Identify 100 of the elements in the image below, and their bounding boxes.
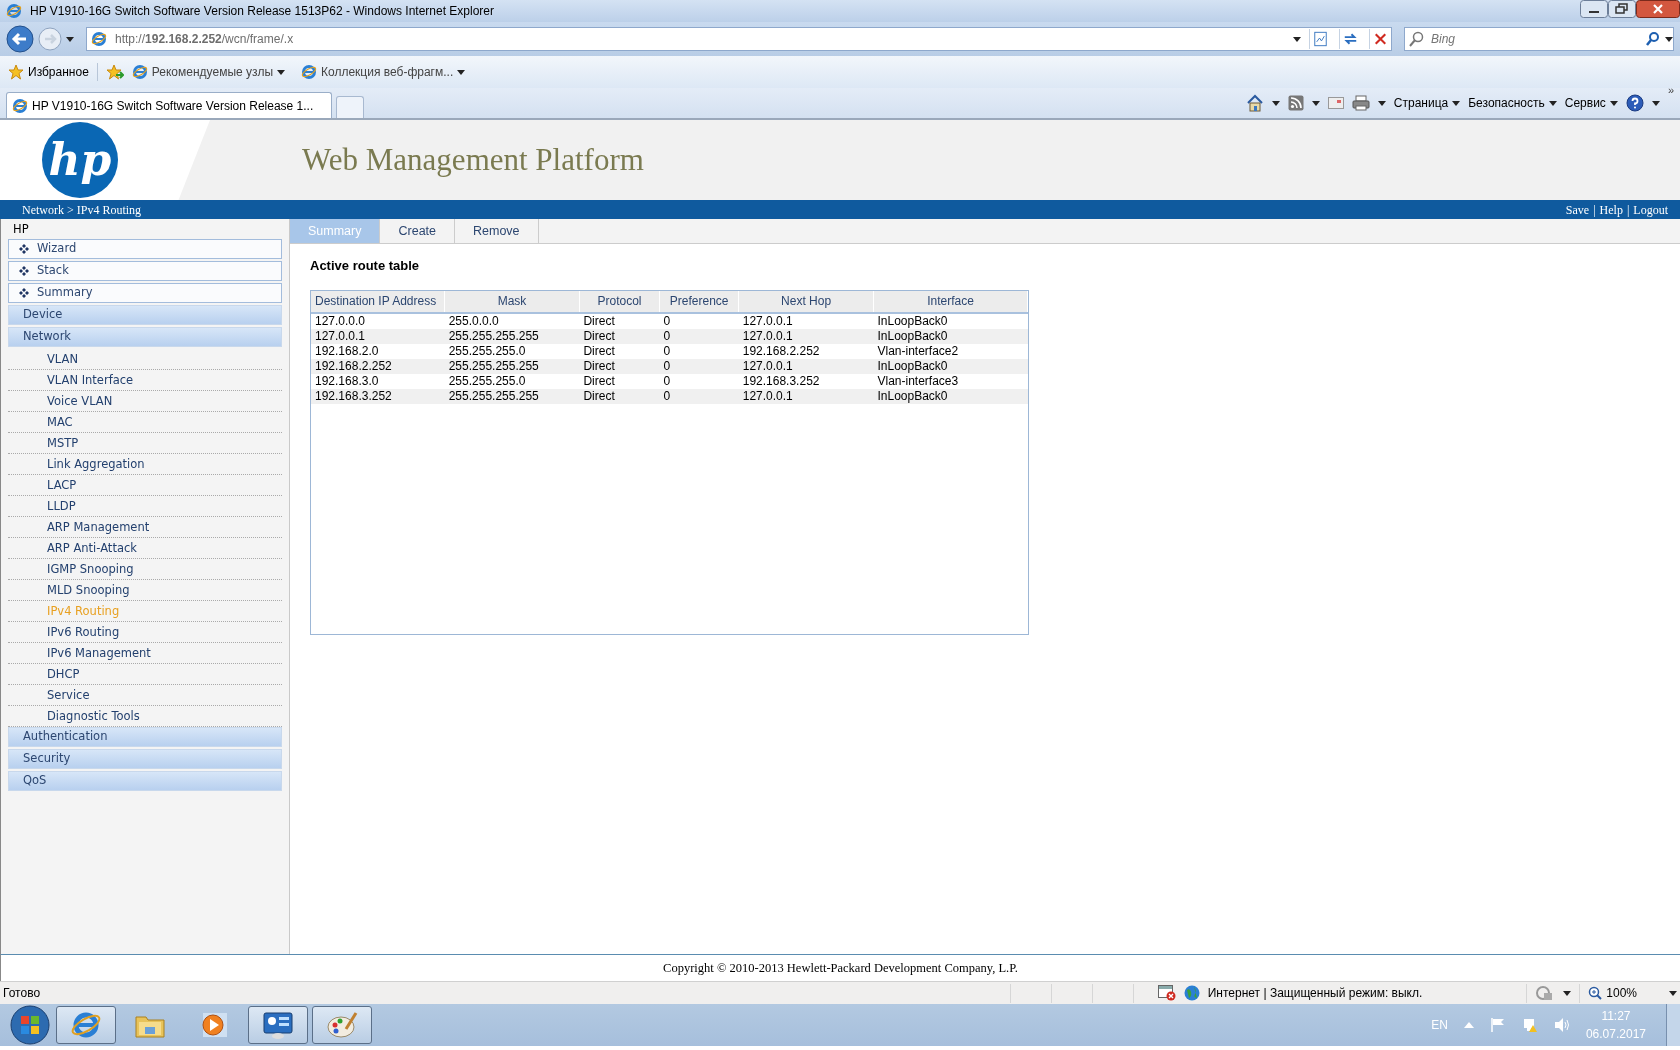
menu-item[interactable]: ARP Anti-Attack (8, 538, 282, 559)
back-button[interactable] (6, 25, 34, 53)
start-button[interactable] (8, 1005, 52, 1045)
menu-item[interactable]: IGMP Snooping (8, 559, 282, 580)
table-cell: 127.0.0.1 (738, 358, 874, 374)
search-field[interactable]: Bing (1429, 29, 1641, 49)
caret-icon[interactable] (1651, 100, 1660, 106)
table-cell: Vlan-interface3 (873, 373, 1028, 389)
globe-icon (1183, 985, 1200, 1001)
status-text: Готово (3, 985, 42, 1002)
menu-item[interactable]: VLAN Interface (8, 370, 282, 391)
zoom-button[interactable]: 100% (1588, 984, 1637, 1002)
caret-icon[interactable] (1377, 100, 1386, 106)
zoom-icon (1588, 986, 1603, 1000)
caret-icon[interactable] (1669, 990, 1677, 996)
menu-item[interactable]: IPv6 Management (8, 643, 282, 664)
table-cell: Vlan-interface2 (873, 343, 1028, 359)
page-icon (131, 64, 148, 80)
menu-group[interactable]: Device (8, 305, 282, 325)
section-heading: Active route table (310, 257, 421, 275)
print-icon[interactable] (1351, 95, 1370, 111)
menu-item[interactable]: MLD Snooping (8, 580, 282, 601)
table-cell: 192.168.3.252 (311, 388, 445, 404)
ie-icon (12, 97, 28, 114)
table-cell: 0 (659, 358, 739, 374)
search-box[interactable]: Bing (1404, 27, 1674, 51)
page-title: Web Management Platform (302, 140, 644, 179)
overflow-chevron[interactable]: » (1667, 82, 1674, 99)
ie-icon (6, 3, 22, 19)
table-cell: 0 (659, 343, 739, 359)
menu-group[interactable]: Network (8, 327, 282, 347)
taskbar-button[interactable] (56, 1006, 116, 1044)
menu-item[interactable]: DHCP (8, 664, 282, 685)
caret-icon[interactable] (1271, 100, 1280, 106)
tree-root: HP (12, 221, 30, 238)
browser-tab[interactable]: HP V1910-16G Switch Software Version Release 1... (6, 92, 332, 118)
table-cell: Direct (579, 373, 660, 389)
caret-icon[interactable] (1293, 36, 1301, 42)
window-title: HP V1910-16G Switch Software Version Release 1513P62 - Windows Internet Explorer (30, 3, 496, 20)
link-separator: | (1593, 201, 1596, 219)
menu-item[interactable]: MSTP (8, 433, 282, 454)
menu-item[interactable]: Service (8, 685, 282, 706)
column-header: Next Hop (738, 290, 874, 313)
table-cell: 255.255.255.255 (444, 328, 580, 344)
search-icon (1409, 31, 1425, 47)
table-cell: 255.255.255.0 (444, 343, 580, 359)
favorites-link[interactable]: Коллекция веб-фрагм... (321, 63, 454, 81)
address-field[interactable]: http://192.168.2.252/wcn/frame/.x (86, 27, 1392, 51)
caret-icon[interactable] (1311, 100, 1320, 106)
close-button[interactable] (1636, 0, 1680, 18)
favorites-link[interactable]: Рекомендуемые узлы (151, 63, 273, 81)
table-cell: Direct (579, 388, 660, 404)
tab[interactable]: Create (380, 219, 455, 243)
caret-icon[interactable] (277, 69, 285, 75)
add-favorite-icon[interactable] (105, 64, 124, 80)
minimize-button[interactable] (1580, 0, 1608, 18)
menu-button[interactable]: Страница (1393, 94, 1461, 112)
column-header: Destination IP Address (311, 290, 445, 313)
favorites-button[interactable]: Избранное (8, 63, 98, 81)
search-go-icon[interactable] (1645, 31, 1661, 47)
menu-item[interactable]: ARP Management (8, 517, 282, 538)
header-link[interactable]: Logout (1633, 200, 1668, 219)
help-icon[interactable] (1625, 94, 1644, 112)
mail-icon[interactable] (1327, 97, 1344, 109)
taskbar-button[interactable] (248, 1006, 308, 1044)
header-link[interactable]: Help (1599, 200, 1623, 219)
menu-item[interactable]: LACP (8, 475, 282, 496)
caret-icon[interactable] (1665, 36, 1673, 42)
menu-item[interactable]: VLAN (8, 349, 282, 370)
taskbar-button[interactable] (312, 1006, 372, 1044)
menu-item[interactable]: MAC (8, 412, 282, 433)
table-cell: 192.168.2.252 (311, 358, 445, 374)
quick-link[interactable]: Wizard (8, 239, 282, 259)
column-header: Protocol (579, 290, 660, 313)
menu-item[interactable]: IPv6 Routing (8, 622, 282, 643)
home-icon[interactable] (1245, 94, 1264, 112)
table-cell: 127.0.0.1 (738, 312, 874, 329)
menu-item[interactable]: Voice VLAN (8, 391, 282, 412)
quick-link[interactable]: Stack (8, 261, 282, 281)
tab[interactable]: Remove (455, 219, 539, 243)
link-separator: | (1626, 201, 1630, 219)
menu-group[interactable]: Authentication (8, 727, 282, 747)
quick-link[interactable]: Summary (8, 283, 282, 303)
column-header: Preference (659, 290, 739, 313)
menu-button[interactable]: Сервис (1564, 94, 1618, 112)
restore-button[interactable] (1608, 0, 1636, 18)
feed-icon[interactable] (1287, 95, 1304, 111)
menu-item[interactable]: Link Aggregation (8, 454, 282, 475)
blocked-popup-icon[interactable] (1157, 985, 1176, 1001)
caret-icon[interactable] (1563, 990, 1572, 996)
table-cell: 0 (659, 388, 739, 404)
diamond-cluster-icon (19, 244, 29, 254)
menu-button[interactable]: Безопасность (1468, 94, 1557, 112)
caret-icon[interactable] (457, 69, 466, 75)
menu-group[interactable]: QoS (8, 771, 282, 791)
menu-group[interactable]: Security (8, 749, 282, 769)
table-cell: 127.0.0.1 (311, 328, 445, 344)
header-link[interactable]: Save (1565, 200, 1590, 219)
caret-icon[interactable] (66, 36, 74, 42)
menu-item[interactable]: LLDP (8, 496, 282, 517)
